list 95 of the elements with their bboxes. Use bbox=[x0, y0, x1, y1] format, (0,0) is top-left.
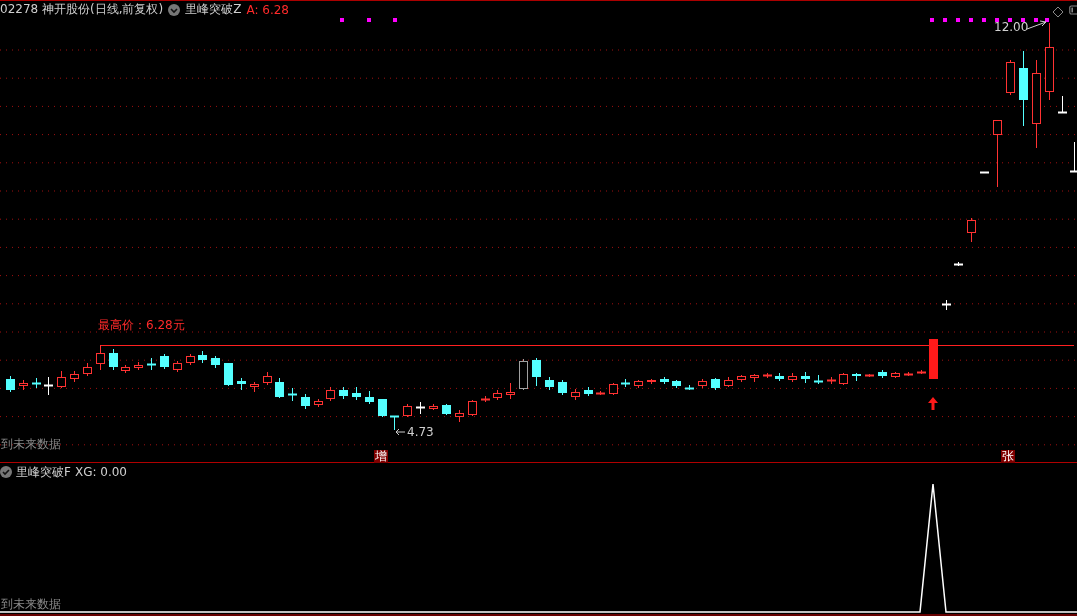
leader-line bbox=[395, 428, 406, 436]
panel-icon[interactable] bbox=[1069, 3, 1077, 16]
candlestick bbox=[993, 119, 1002, 188]
candlestick bbox=[83, 362, 92, 377]
candlestick bbox=[801, 371, 810, 384]
candlestick bbox=[711, 377, 720, 391]
signal-marker: 张 bbox=[1001, 450, 1015, 463]
candlestick bbox=[442, 403, 451, 416]
candlestick bbox=[878, 369, 887, 379]
candlestick bbox=[891, 371, 900, 379]
candlestick bbox=[19, 379, 28, 391]
candlestick bbox=[558, 379, 567, 396]
candlestick bbox=[275, 377, 284, 399]
candlestick bbox=[109, 348, 118, 371]
candlestick bbox=[287, 387, 298, 402]
leader-line bbox=[1026, 20, 1047, 30]
candlestick bbox=[750, 373, 759, 383]
candlestick bbox=[852, 372, 861, 382]
candlestick bbox=[609, 382, 618, 396]
candlestick bbox=[211, 355, 220, 369]
candlestick bbox=[826, 376, 837, 385]
candlestick bbox=[403, 403, 412, 418]
indicator-name: 里峰突破F bbox=[16, 463, 71, 481]
candlestick bbox=[929, 338, 938, 380]
signal-marker: 增 bbox=[374, 450, 388, 463]
candlestick bbox=[250, 381, 259, 393]
candlestick bbox=[1006, 59, 1015, 96]
candlestick bbox=[532, 357, 541, 387]
candlestick bbox=[237, 377, 246, 391]
indicator-value: A: 6.28 bbox=[246, 2, 289, 17]
candlestick bbox=[762, 372, 773, 379]
candlestick bbox=[263, 371, 272, 386]
candlestick bbox=[352, 386, 361, 401]
candlestick bbox=[493, 389, 502, 401]
candlestick bbox=[389, 415, 400, 431]
candlestick bbox=[545, 376, 554, 391]
candlestick bbox=[724, 376, 733, 388]
candlestick bbox=[186, 353, 195, 366]
indicator-value: XG: 0.00 bbox=[74, 465, 127, 479]
candlestick bbox=[455, 409, 464, 423]
candlestick bbox=[660, 376, 669, 385]
low-price-label: 4.73 bbox=[407, 425, 434, 439]
candlestick bbox=[634, 379, 643, 389]
candlestick bbox=[57, 370, 66, 389]
security-title: 02278 神开股份(日线,前复权) bbox=[0, 1, 164, 18]
candlestick bbox=[70, 370, 79, 383]
candlestick bbox=[96, 344, 105, 371]
candlestick bbox=[480, 395, 491, 403]
candlestick bbox=[160, 353, 169, 370]
candlestick bbox=[121, 364, 130, 374]
candlestick bbox=[595, 390, 606, 396]
high-price-label: 最高价：6.28元 bbox=[98, 318, 185, 332]
diamond-icon[interactable] bbox=[1052, 5, 1064, 18]
candlestick bbox=[775, 372, 784, 382]
candlestick bbox=[684, 384, 695, 391]
candlestick bbox=[941, 299, 952, 311]
candlestick bbox=[813, 374, 824, 385]
candlestick bbox=[468, 399, 477, 417]
footnote: 到未来数据 bbox=[1, 437, 61, 451]
candlestick bbox=[903, 371, 914, 377]
candlestick bbox=[979, 171, 990, 174]
candlestick bbox=[584, 386, 593, 397]
footnote: 到未来数据 bbox=[1, 597, 61, 611]
candlestick bbox=[967, 217, 976, 243]
candlestick bbox=[1057, 95, 1068, 114]
candlestick bbox=[788, 372, 797, 383]
candlestick bbox=[519, 358, 528, 391]
candlestick bbox=[839, 372, 848, 386]
candlestick bbox=[916, 369, 927, 375]
candlestick bbox=[198, 350, 207, 364]
indicator-name: 里峰突破Z bbox=[185, 1, 242, 18]
candlestick bbox=[301, 393, 310, 410]
collapse-icon[interactable] bbox=[168, 3, 181, 16]
candlestick bbox=[224, 362, 233, 387]
candlestick bbox=[506, 382, 515, 400]
candlestick bbox=[378, 398, 387, 418]
collapse-icon[interactable] bbox=[0, 466, 12, 478]
candlestick bbox=[314, 398, 323, 408]
candlestick bbox=[326, 386, 335, 402]
candlestick bbox=[415, 401, 426, 415]
candlestick bbox=[864, 373, 875, 378]
candlestick bbox=[953, 261, 964, 267]
candlestick bbox=[698, 378, 707, 389]
candlestick bbox=[339, 386, 348, 400]
candlestick bbox=[173, 360, 182, 373]
candlestick bbox=[672, 379, 681, 389]
candlestick bbox=[620, 378, 631, 388]
candlestick bbox=[365, 390, 374, 405]
candlestick bbox=[6, 375, 15, 393]
up-arrow-icon bbox=[928, 397, 938, 410]
candlestick bbox=[146, 357, 157, 371]
candlestick bbox=[1069, 141, 1077, 173]
peak-price-label: 12.00 bbox=[994, 20, 1029, 34]
candlestick bbox=[571, 388, 580, 401]
candlestick bbox=[134, 361, 143, 371]
